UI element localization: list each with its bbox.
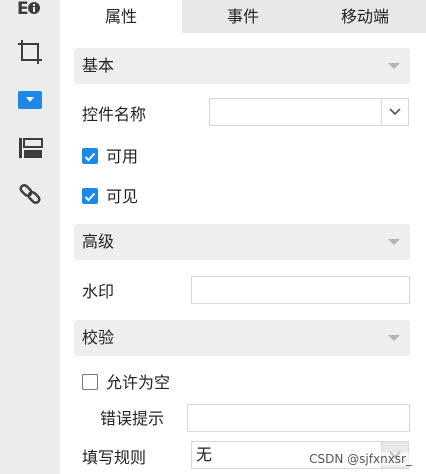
error-hint-input[interactable] [187,404,410,432]
checkmark-icon [84,192,96,202]
layout-panel-icon[interactable] [14,132,46,164]
svg-text:E: E [17,0,29,19]
tab-properties[interactable]: 属性 [60,0,182,33]
tab-mobile[interactable]: 移动端 [304,0,426,33]
section-basic-title: 基本 [82,56,115,75]
allow-empty-checkbox[interactable] [82,374,98,390]
widget-name-label: 控件名称 [82,105,147,124]
chevron-down-icon [389,108,401,116]
section-basic-header[interactable]: 基本 [74,48,410,84]
enabled-checkbox[interactable] [82,148,98,164]
checkmark-icon [84,152,96,162]
watermark-overlay: CSDN @sjfxnxsr_ [309,452,412,466]
tab-events[interactable]: 事件 [182,0,304,33]
collapse-caret-icon [388,335,400,341]
widget-name-input[interactable] [209,98,382,126]
collapse-caret-icon [388,239,400,245]
section-advanced-header[interactable]: 高级 [74,224,410,260]
tab-bar: 属性 事件 移动端 [60,0,426,33]
info-icon[interactable]: E [14,0,46,24]
link-icon[interactable] [14,178,46,210]
watermark-label: 水印 [82,282,115,301]
properties-panel: 属性 事件 移动端 基本 控件名称 可用 可见 高级 水印 校验 允许为空 错误… [60,0,426,474]
watermark-input[interactable] [191,276,410,304]
section-validation-header[interactable]: 校验 [74,320,410,356]
crop-frame-icon[interactable] [14,36,46,68]
collapse-caret-icon [388,63,400,69]
error-hint-label: 错误提示 [100,409,165,428]
dropdown-widget-icon[interactable] [14,84,46,116]
widget-name-dropdown-button[interactable] [381,98,409,126]
allow-empty-label: 允许为空 [106,373,171,392]
visible-checkbox[interactable] [82,188,98,204]
sidebar: E [0,0,60,474]
enabled-label: 可用 [106,147,139,166]
section-advanced-title: 高级 [82,232,115,251]
section-validation-title: 校验 [82,328,115,347]
fill-rule-label: 填写规则 [82,448,147,467]
visible-label: 可见 [106,187,139,206]
